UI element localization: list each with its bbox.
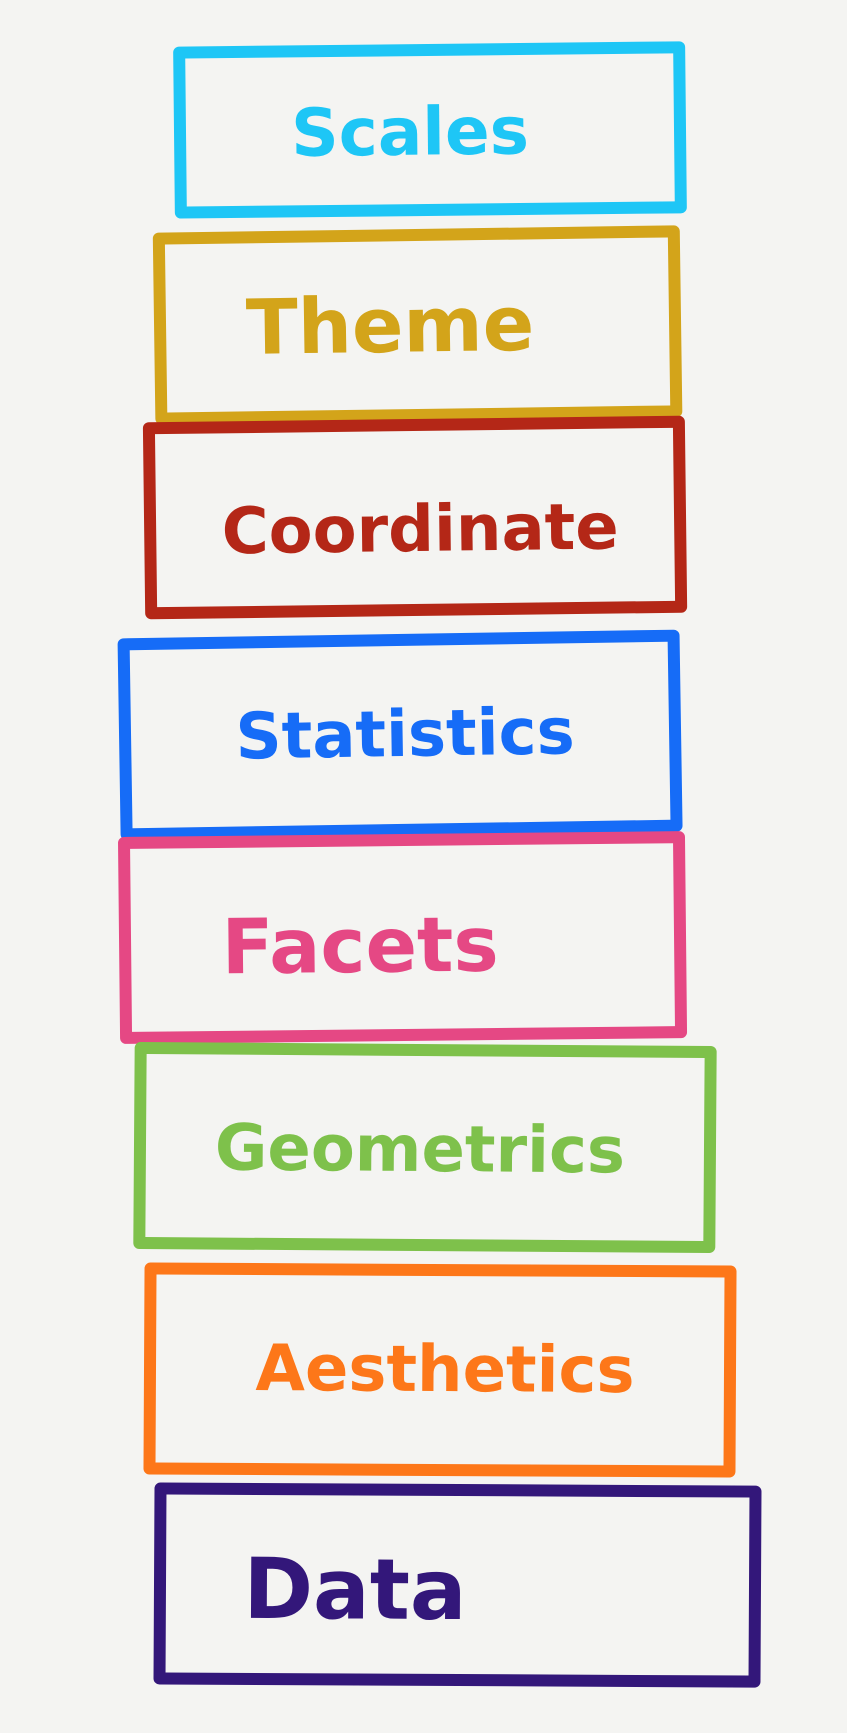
layer-label: Aesthetics: [255, 1332, 635, 1408]
layer-data: Data: [153, 1482, 762, 1688]
layer-scales: Scales: [173, 41, 687, 219]
layer-theme: Theme: [152, 225, 683, 425]
layer-geometrics: Geometrics: [133, 1042, 717, 1253]
layer-label: Data: [243, 1540, 467, 1639]
layer-stack-diagram: Scales Theme Coordinate Statistics Facet…: [117, 41, 762, 1688]
layer-label: Facets: [221, 900, 499, 992]
layer-label: Geometrics: [215, 1112, 626, 1189]
layer-label: Coordinate: [221, 491, 619, 570]
layer-label: Scales: [291, 92, 530, 171]
layer-aesthetics: Aesthetics: [143, 1262, 737, 1478]
layer-facets: Facets: [118, 831, 688, 1044]
layer-label: Statistics: [235, 695, 575, 774]
layer-coordinate: Coordinate: [142, 415, 688, 620]
layer-label: Theme: [245, 279, 534, 372]
layer-statistics: Statistics: [117, 629, 683, 841]
